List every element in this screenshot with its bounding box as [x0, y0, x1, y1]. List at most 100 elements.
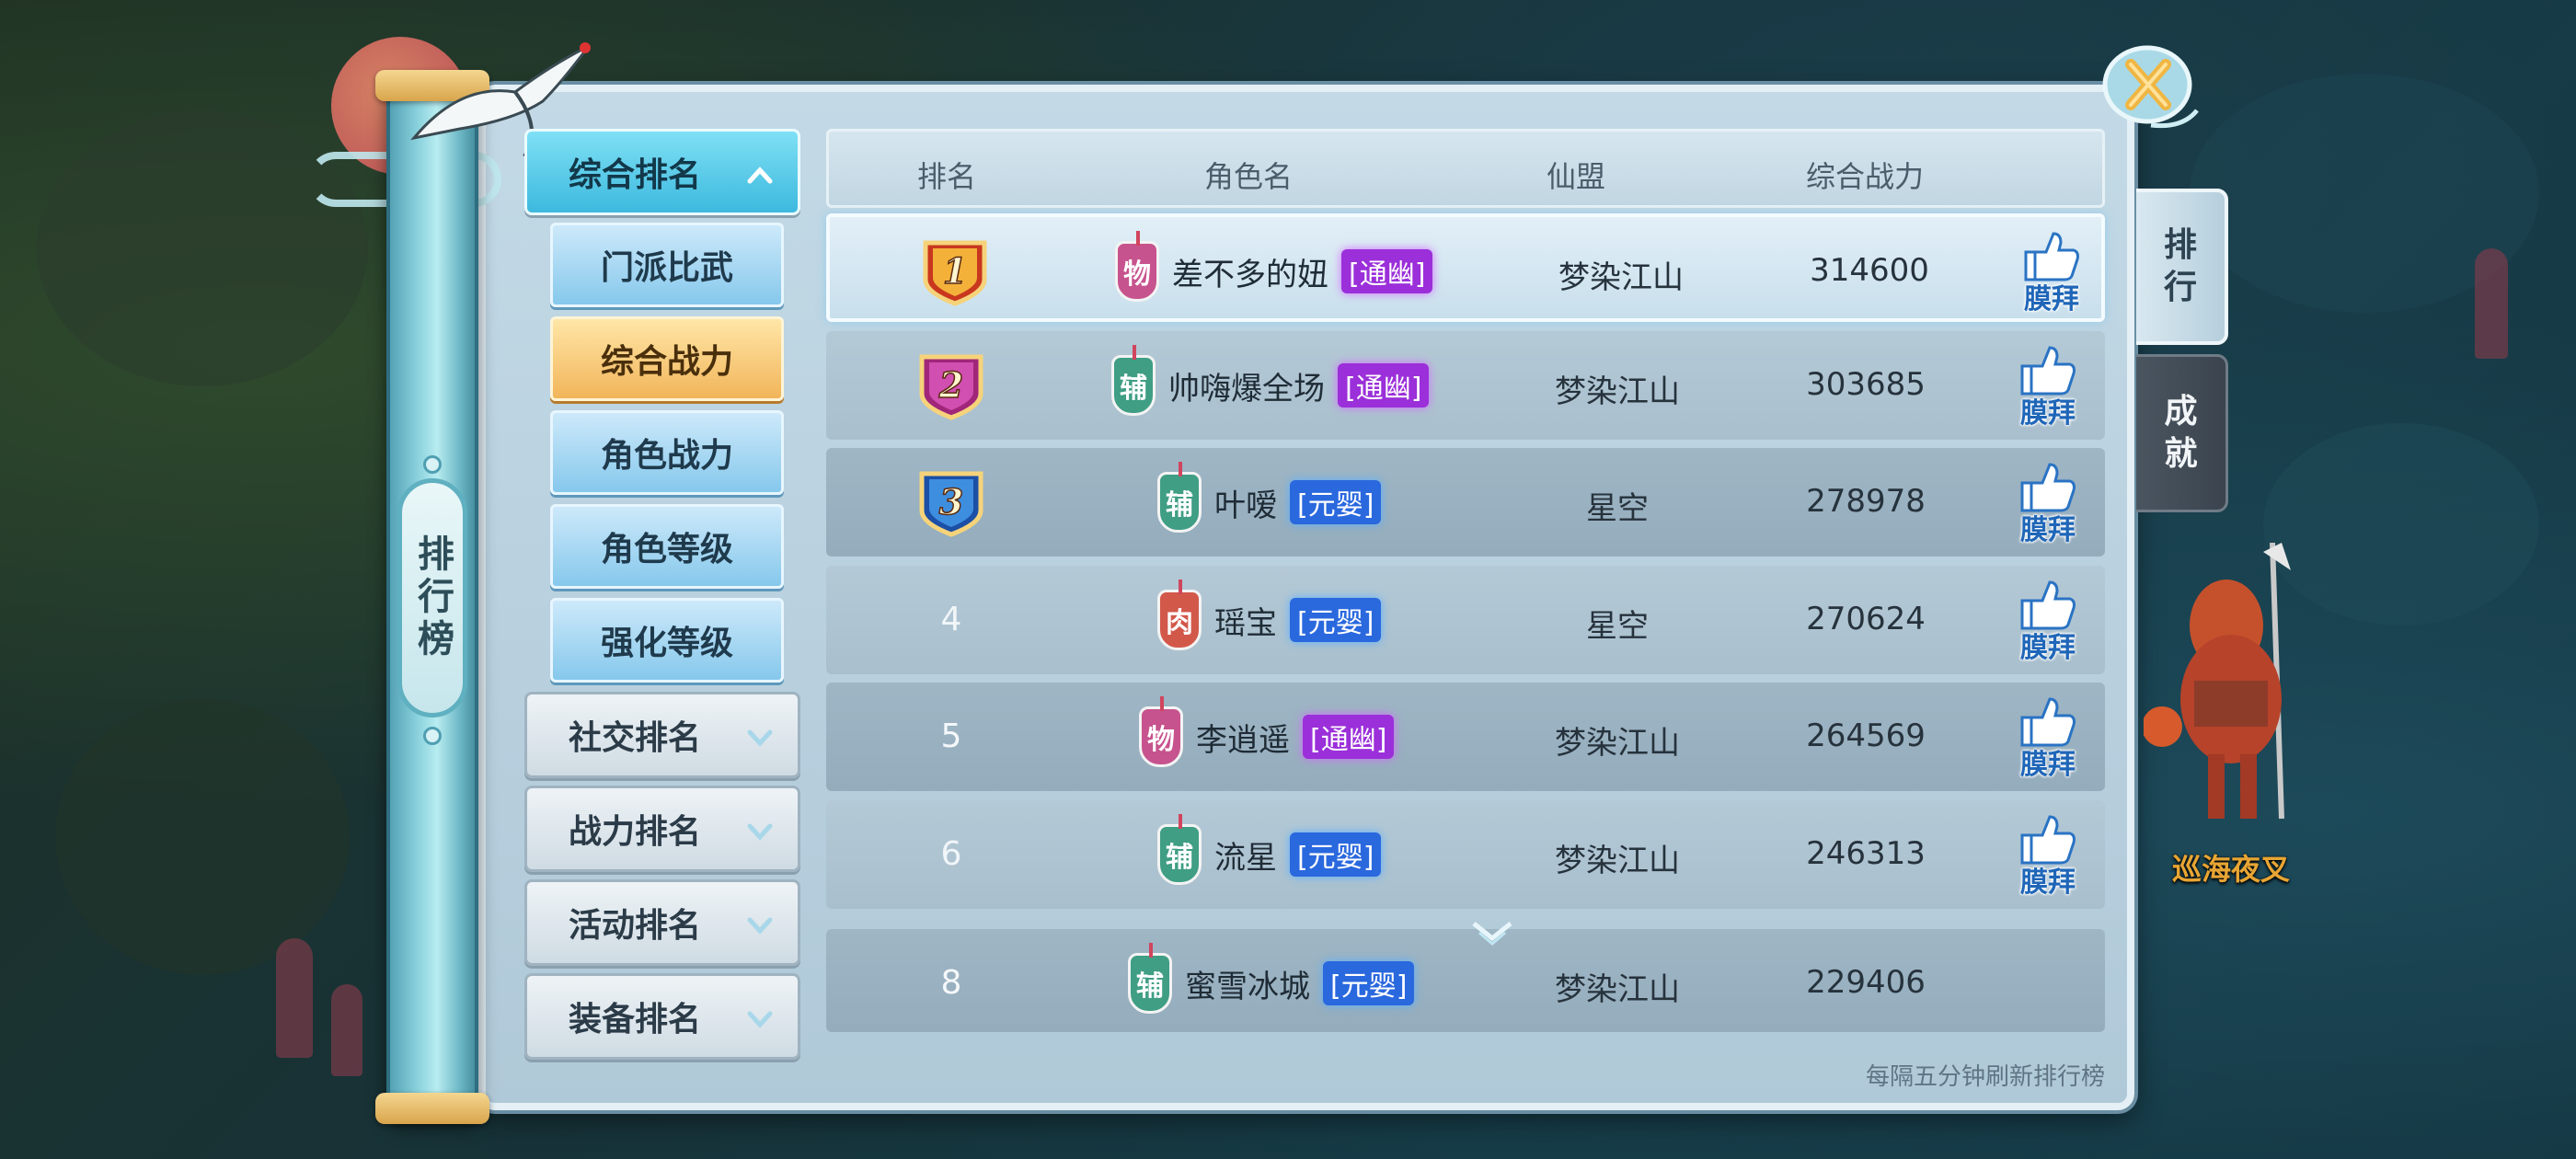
table-row[interactable]: 4 肉瑶宝 [元婴] 星空 270624 膜拜	[826, 566, 2105, 674]
thumbs-up-icon	[2020, 815, 2076, 865]
rank-number: 5	[940, 717, 962, 755]
guild-name: 梦染江山	[1558, 259, 1684, 296]
thumbs-up-icon	[2020, 580, 2076, 630]
category-label: 活动排名	[568, 907, 701, 945]
chevron-down-icon	[747, 823, 773, 841]
subcategory-button[interactable]: 综合战力	[550, 316, 784, 401]
table-row[interactable]: 6 辅流星 [元婴] 梦染江山 246313 膜拜	[826, 800, 2105, 909]
power-value: 278978	[1806, 483, 1926, 520]
rank-medal-number: 2	[938, 364, 963, 406]
guild-name: 梦染江山	[1555, 373, 1680, 410]
rank-number: 6	[940, 835, 962, 873]
power-value: 246313	[1806, 835, 1926, 872]
my-rank-row: 8 辅蜜雪冰城 [元婴] 梦染江山 229406	[826, 929, 2105, 1032]
realm-badge: [元婴]	[1323, 961, 1415, 1005]
table-header: 排名 角色名 仙盟 综合战力	[826, 129, 2105, 208]
chevron-down-icon	[747, 729, 773, 747]
worship-label: 膜拜	[2020, 514, 2076, 546]
realm-badge: [通幽]	[1303, 715, 1395, 759]
worship-label: 膜拜	[2024, 283, 2079, 316]
rank-medal-icon: 3	[919, 471, 983, 537]
background-rock	[37, 110, 368, 386]
category-button[interactable]: 装备排名	[524, 973, 800, 1060]
category-button[interactable]: 战力排名	[524, 786, 800, 872]
class-tag: 物	[1139, 696, 1183, 767]
worship-button[interactable]: 膜拜	[2013, 344, 2083, 430]
role-name[interactable]: 差不多的妞	[1172, 249, 1328, 294]
role-cell: 辅蜜雪冰城 [元婴]	[1128, 943, 1415, 1016]
background-rock	[55, 699, 350, 975]
realm-badge: [元婴]	[1290, 832, 1382, 877]
role-name[interactable]: 李逍遥	[1196, 715, 1290, 760]
category-label: 综合排名	[568, 156, 701, 194]
subcategory-button[interactable]: 强化等级	[550, 598, 784, 683]
role-cell: 辅帅嗨爆全场 [通幽]	[1111, 345, 1430, 418]
worship-button[interactable]: 膜拜	[2017, 230, 2087, 316]
table-row[interactable]: 1 物差不多的妞 [通幽] 梦染江山 314600 膜拜	[826, 213, 2105, 322]
class-tag: 肉	[1157, 580, 1202, 650]
category-button[interactable]: 社交排名	[524, 692, 800, 778]
scroll-ornament	[423, 727, 442, 745]
rank-medal-number: 1	[943, 250, 967, 292]
role-name[interactable]: 蜜雪冰城	[1185, 961, 1310, 1006]
scroll-title: 排行榜	[397, 478, 467, 717]
subcategory-button[interactable]: 门派比武	[550, 223, 784, 307]
worship-button[interactable]: 膜拜	[2013, 813, 2083, 899]
class-tag: 辅	[1111, 345, 1156, 416]
thumbs-up-icon	[2024, 232, 2079, 281]
worship-button[interactable]: 膜拜	[2013, 579, 2083, 664]
category-button[interactable]: 活动排名	[524, 879, 800, 966]
header-guild: 仙盟	[1547, 159, 1606, 194]
refresh-note: 每隔五分钟刷新排行榜	[1865, 1063, 2105, 1091]
table-row[interactable]: 5 物李逍遥 [通幽] 梦染江山 264569 膜拜	[826, 683, 2105, 791]
subcategory-button[interactable]: 角色战力	[550, 410, 784, 495]
role-cell: 辅叶嗳 [元婴]	[1157, 462, 1382, 534]
background-coral	[331, 984, 362, 1076]
guild-name: 星空	[1586, 608, 1649, 645]
realm-badge: [元婴]	[1290, 480, 1382, 524]
subcategory-label: 角色战力	[600, 437, 733, 475]
class-tag: 物	[1115, 231, 1159, 302]
scroll-ornament	[423, 455, 442, 474]
class-tag: 辅	[1157, 462, 1202, 533]
close-icon[interactable]	[2094, 37, 2204, 138]
header-name: 角色名	[1204, 159, 1294, 194]
rank-medal-number: 3	[939, 481, 963, 522]
tab-achievement[interactable]: 成 就	[2136, 354, 2228, 512]
role-name[interactable]: 叶嗳	[1214, 480, 1277, 525]
npc-name: 巡海夜叉	[2171, 852, 2290, 887]
tab-ranking-label: 排 行	[2163, 226, 2197, 306]
power-value: 270624	[1806, 601, 1926, 637]
worship-label: 膜拜	[2020, 632, 2076, 664]
role-cell: 辅流星 [元婴]	[1157, 814, 1382, 887]
subcategory-label: 综合战力	[600, 343, 733, 381]
subcategory-label: 角色等级	[600, 531, 733, 568]
worship-button[interactable]: 膜拜	[2013, 695, 2083, 781]
category-label: 战力排名	[568, 813, 701, 851]
realm-badge: [通幽]	[1341, 249, 1433, 293]
chevron-down-icon	[747, 1011, 773, 1028]
table-row[interactable]: 3 辅叶嗳 [元婴] 星空 278978 膜拜	[826, 448, 2105, 557]
role-cell: 物李逍遥 [通幽]	[1139, 696, 1395, 769]
rank-number: 8	[940, 964, 962, 1002]
rank-medal-icon: 1	[923, 240, 987, 306]
guild-name: 梦染江山	[1555, 725, 1680, 762]
header-power: 综合战力	[1806, 159, 1925, 194]
npc-sea-yaksha	[2144, 543, 2291, 820]
guild-name: 梦染江山	[1555, 843, 1680, 879]
role-name[interactable]: 流星	[1214, 832, 1277, 878]
guild-name: 梦染江山	[1555, 971, 1680, 1008]
rank-number: 4	[940, 601, 962, 638]
role-name[interactable]: 瑶宝	[1214, 598, 1277, 643]
worship-button[interactable]: 膜拜	[2013, 461, 2083, 546]
table-row[interactable]: 2 辅帅嗨爆全场 [通幽] 梦染江山 303685 膜拜	[826, 331, 2105, 440]
realm-badge: [元婴]	[1290, 598, 1382, 642]
power-value: 303685	[1806, 366, 1926, 403]
subcategory-button[interactable]: 角色等级	[550, 504, 784, 589]
class-tag: 辅	[1157, 814, 1202, 885]
chevron-down-icon	[1472, 922, 1512, 946]
thumbs-up-icon	[2020, 697, 2076, 747]
role-name[interactable]: 帅嗨爆全场	[1168, 363, 1325, 408]
category-button[interactable]: 综合排名	[524, 129, 800, 215]
tab-ranking[interactable]: 排 行	[2136, 189, 2228, 345]
